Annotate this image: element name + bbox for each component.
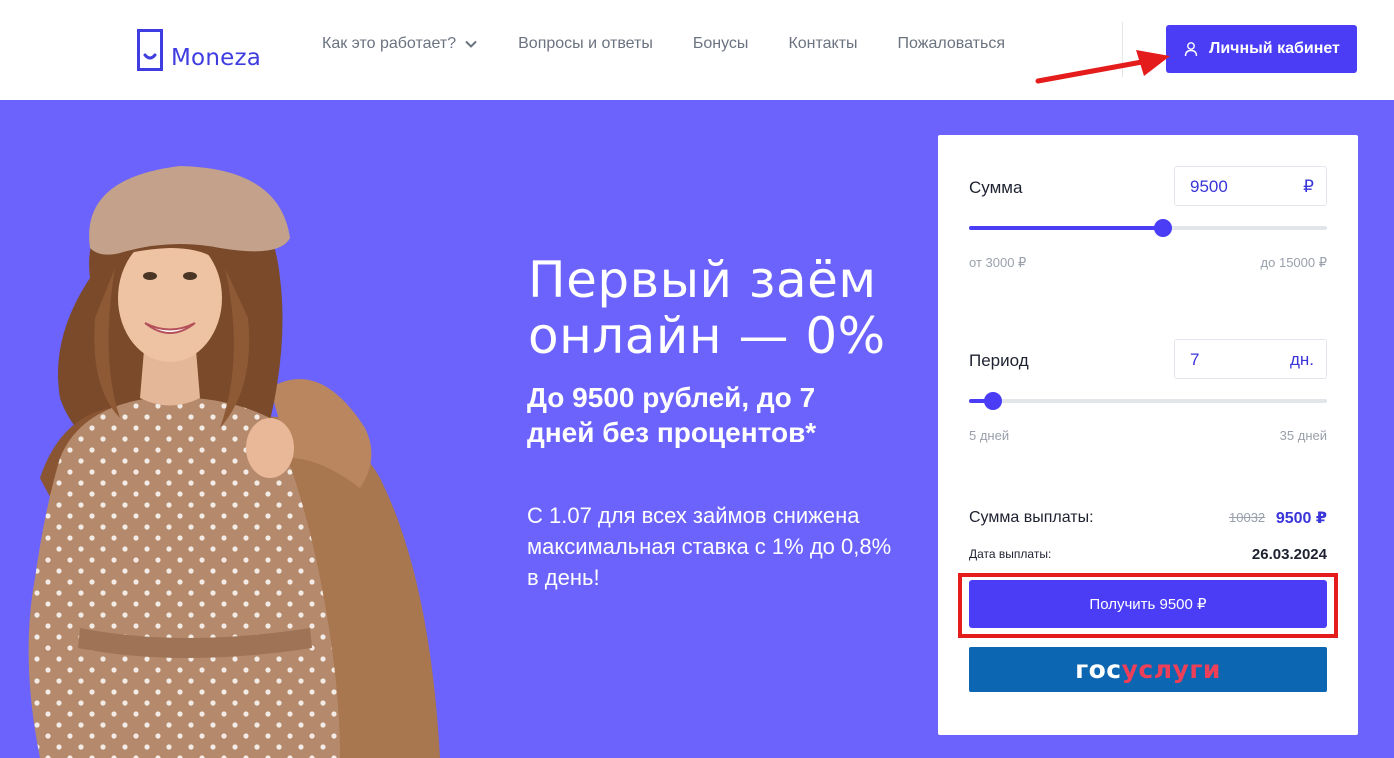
- chevron-down-icon: [465, 40, 477, 48]
- period-min-label: 5 дней: [969, 428, 1010, 443]
- hero-woman-image: [28, 166, 440, 758]
- payment-old-amount: 10032: [1229, 510, 1266, 525]
- amount-min-label: от 3000 ₽: [969, 255, 1027, 270]
- payment-date-label: Дата выплаты:: [969, 547, 1052, 561]
- personal-cabinet-button[interactable]: Личный кабинет: [1166, 25, 1357, 73]
- logo[interactable]: Moneza: [137, 28, 261, 72]
- annotation-highlight-box: [958, 573, 1338, 638]
- payment-label: Сумма выплаты:: [969, 509, 1094, 526]
- nav-complaint[interactable]: Пожаловаться: [898, 35, 1005, 53]
- amount-slider-fill: [969, 226, 1163, 230]
- main-nav: Как это работает? Вопросы и ответы Бонус…: [322, 35, 1045, 53]
- amount-max-label: до 15000 ₽: [1260, 255, 1327, 270]
- moneza-logo-icon: [137, 29, 163, 71]
- amount-slider[interactable]: [969, 219, 1327, 237]
- logo-text: Moneza: [171, 45, 262, 71]
- payment-date-value: 26.03.2024: [1251, 546, 1327, 563]
- nav-faq[interactable]: Вопросы и ответы: [518, 35, 653, 53]
- amount-value: 9500: [1190, 177, 1228, 196]
- nav-label: Как это работает?: [322, 35, 457, 52]
- user-icon: [1184, 42, 1198, 57]
- loan-calculator: Сумма 9500 ₽ от 3000 ₽ до 15000 ₽ Период…: [938, 135, 1358, 735]
- hero-title: Первый заём онлайн — 0%: [528, 251, 886, 365]
- amount-slider-handle[interactable]: [1153, 219, 1172, 237]
- period-label: Период: [969, 351, 1029, 370]
- hero-subtitle: До 9500 рублей, до 7 дней без процентов*: [527, 382, 817, 448]
- days-unit: дн.: [1289, 350, 1314, 369]
- ruble-unit: ₽: [1303, 177, 1314, 196]
- gosuslugi-logo-part1: гос: [1075, 655, 1122, 684]
- personal-cabinet-label: Личный кабинет: [1209, 40, 1340, 57]
- period-max-label: 35 дней: [1279, 428, 1327, 443]
- gosuslugi-button[interactable]: гос услуги: [969, 647, 1327, 692]
- site-header: Moneza Как это работает? Вопросы и ответ…: [0, 0, 1394, 100]
- nav-bonuses[interactable]: Бонусы: [693, 35, 749, 53]
- period-input[interactable]: 7 дн.: [1174, 339, 1327, 379]
- gosuslugi-logo-part2: услуги: [1121, 655, 1221, 684]
- nav-how-it-works[interactable]: Как это работает?: [322, 35, 478, 53]
- period-slider-handle[interactable]: [983, 392, 1002, 410]
- period-value: 7: [1190, 350, 1200, 369]
- amount-label: Сумма: [969, 178, 1023, 197]
- amount-input[interactable]: 9500 ₽: [1174, 166, 1327, 206]
- period-slider[interactable]: [969, 392, 1327, 410]
- payment-new-amount: 9500 ₽: [1275, 510, 1327, 527]
- annotation-arrow-icon: [1035, 50, 1170, 84]
- hero-rate-note: С 1.07 для всех займов снижена максималь…: [527, 503, 892, 590]
- nav-contacts[interactable]: Контакты: [788, 35, 857, 53]
